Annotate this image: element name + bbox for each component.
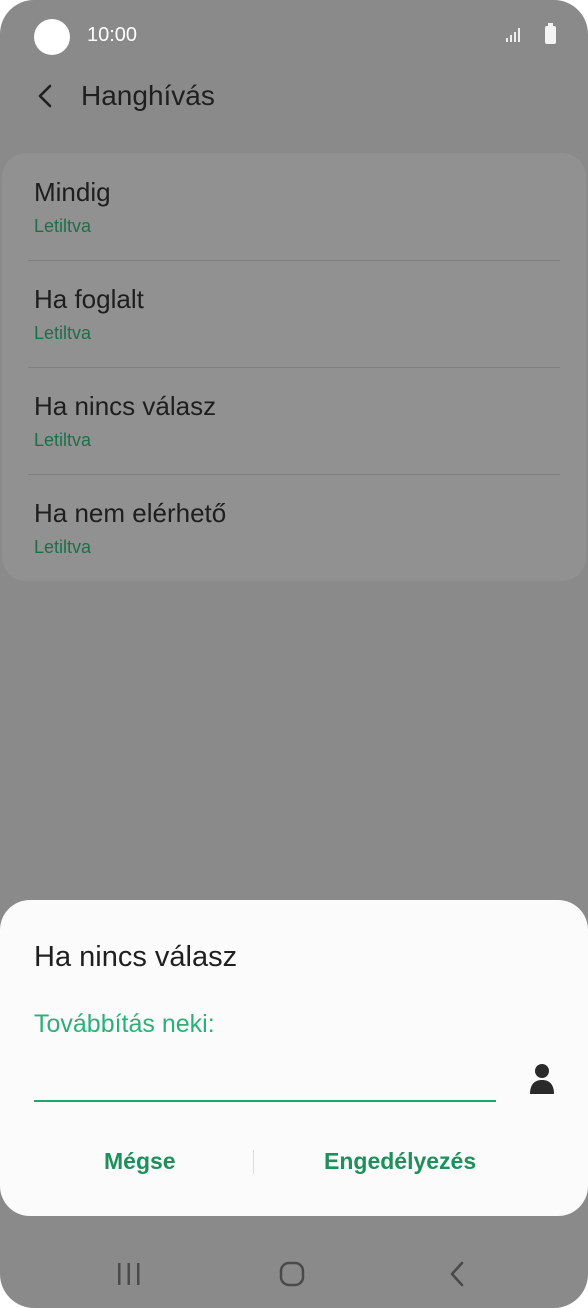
list-item-status: Letiltva (34, 216, 92, 236)
list-item-title: Ha nem elérhető (34, 498, 227, 528)
forward-to-label: Továbbítás neki: (34, 1010, 215, 1038)
list-item-title: Mindig (34, 177, 111, 207)
back-arrow-icon[interactable] (30, 80, 62, 112)
contact-person-icon[interactable] (526, 1062, 558, 1096)
page-title: Hanghívás (81, 80, 215, 111)
list-item-busy[interactable]: Ha foglalt Letiltva (2, 260, 586, 367)
forward-number-input[interactable] (34, 1056, 496, 1102)
recent-apps-icon[interactable] (116, 1262, 142, 1286)
signal-icon (506, 28, 520, 42)
navigation-bar (0, 1240, 588, 1308)
forwarding-options-list: Mindig Letiltva Ha foglalt Letiltva Ha n… (2, 153, 586, 581)
list-item-no-answer[interactable]: Ha nincs válasz Letiltva (2, 367, 586, 474)
nav-back-icon[interactable] (446, 1260, 470, 1288)
list-item-status: Letiltva (34, 537, 92, 557)
app-header: Hanghívás (0, 72, 588, 132)
phone-screen: 10:00 Hanghívás Mindig Letiltva Ha fogla… (0, 0, 588, 1308)
home-icon[interactable] (279, 1261, 305, 1287)
button-divider (253, 1150, 254, 1174)
list-item-status: Letiltva (34, 430, 92, 450)
cancel-button[interactable]: Mégse (104, 1148, 176, 1175)
list-item-title: Ha foglalt (34, 284, 144, 314)
enable-button[interactable]: Engedélyezés (324, 1148, 476, 1175)
status-bar: 10:00 (0, 0, 588, 72)
dialog-title: Ha nincs válasz (34, 941, 238, 973)
status-time: 10:00 (87, 24, 138, 46)
list-item-status: Letiltva (34, 323, 92, 343)
forwarding-dialog: Ha nincs válasz Továbbítás neki: Mégse E… (0, 900, 588, 1216)
list-item-title: Ha nincs válasz (34, 391, 217, 421)
battery-icon (545, 23, 556, 44)
list-item-always[interactable]: Mindig Letiltva (2, 153, 586, 260)
list-item-unreachable[interactable]: Ha nem elérhető Letiltva (2, 474, 586, 581)
front-camera-cutout (34, 19, 70, 55)
